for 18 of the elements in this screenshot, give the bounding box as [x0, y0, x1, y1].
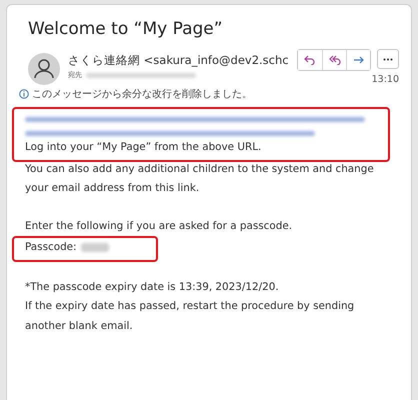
- message-time: 13:10: [372, 74, 399, 85]
- forward-button[interactable]: [346, 50, 370, 70]
- body-text: You can also add any additional children to the system and change your email address from this link.: [25, 162, 375, 196]
- notice-text: このメッセージから余分な改行を削除しました。: [32, 88, 252, 101]
- more-icon: [383, 58, 393, 60]
- sender-address: さくら連絡網 <sakura_info@dev2.schc: [68, 53, 289, 68]
- reply-all-icon: [328, 55, 340, 65]
- message-subject: Welcome to “My Page”: [28, 19, 224, 39]
- body-text: Passcode:: [25, 240, 77, 255]
- body-text: Enter the following if you are asked for a passcode.: [25, 218, 292, 234]
- body-text: Log into your “My Page” from the above URL.: [25, 140, 262, 155]
- forward-icon: [352, 55, 364, 65]
- avatar-icon: [28, 53, 60, 85]
- info-icon: [19, 89, 29, 99]
- body-text: If the expiry date has passed, restart the procedure by sending another blank email.: [25, 299, 356, 334]
- reply-icon: [304, 55, 316, 65]
- more-button[interactable]: [377, 49, 399, 69]
- body-text: *The passcode expiry date is 13:39, 2023/12/20.: [25, 280, 279, 294]
